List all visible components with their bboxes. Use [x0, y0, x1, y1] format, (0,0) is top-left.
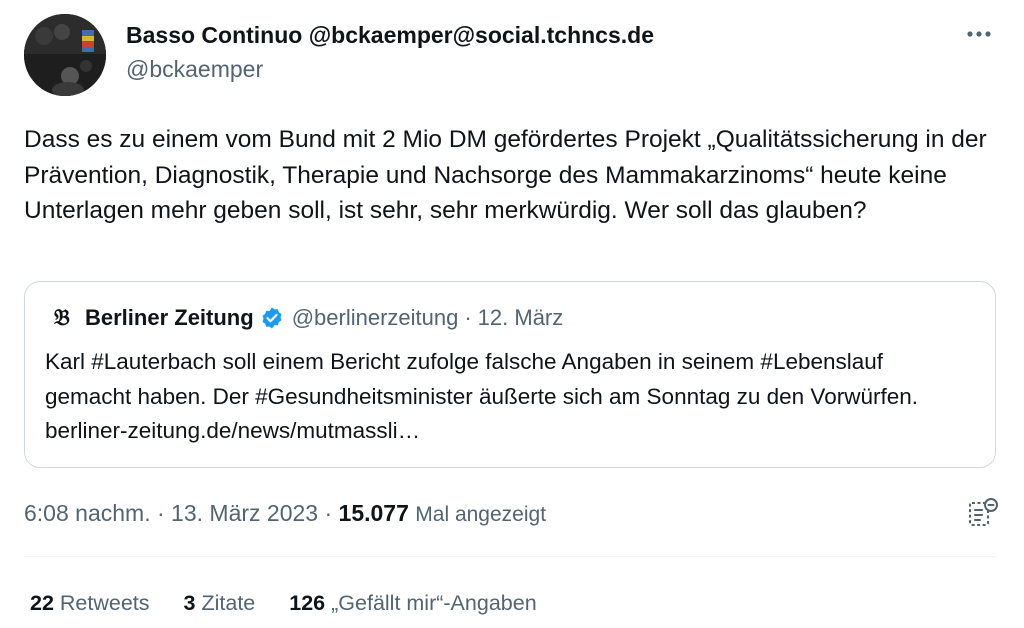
- retweets-count: 22: [30, 591, 54, 615]
- tweet-card: Basso Continuo @bckaemper@social.tchncs.…: [0, 0, 1024, 628]
- tweet-meta: 6:08 nachm. · 13. März 2023 · 15.077 Mal…: [24, 497, 546, 531]
- berliner-zeitung-logo-icon: 𝔅: [54, 305, 70, 331]
- avatar-photo: [24, 14, 106, 96]
- likes-stat[interactable]: 126 „Gefällt mir“-Angaben: [289, 588, 536, 618]
- quoted-author-name[interactable]: Berliner Zeitung: [85, 304, 254, 332]
- quotes-label: Zitate: [201, 591, 256, 615]
- separator-dot: ·: [318, 500, 339, 526]
- quoted-tweet-date[interactable]: 12. März: [478, 304, 564, 332]
- quoted-author-handle[interactable]: @berlinerzeitung: [292, 304, 459, 332]
- tweet-date[interactable]: 13. März 2023: [171, 500, 318, 526]
- author-display-name[interactable]: Basso Continuo @bckaemper@social.tchncs.…: [126, 20, 904, 50]
- separator-dot: ·: [150, 500, 172, 526]
- verified-badge-icon: [260, 306, 284, 330]
- tweet-time[interactable]: 6:08 nachm.: [24, 500, 151, 526]
- likes-count: 126: [289, 591, 326, 615]
- author-block: Basso Continuo @bckaemper@social.tchncs.…: [126, 20, 904, 84]
- more-options-button[interactable]: [962, 22, 996, 46]
- views-count: 15.077: [338, 500, 409, 526]
- analytics-icon: [969, 498, 998, 526]
- likes-label: „Gefällt mir“-Angaben: [331, 591, 537, 615]
- retweets-label: Retweets: [59, 591, 150, 615]
- views-label: Mal angezeigt: [415, 503, 547, 526]
- author-handle[interactable]: @bckaemper: [126, 54, 904, 84]
- tweet-text: Dass es zu einem vom Bund mit 2 Mio DM g…: [24, 126, 987, 224]
- quotes-count: 3: [183, 591, 196, 615]
- avatar[interactable]: [24, 14, 106, 96]
- quotes-stat[interactable]: 3 Zitate: [184, 588, 256, 618]
- ellipsis-icon: [967, 31, 991, 37]
- retweets-stat[interactable]: 22 Retweets: [30, 588, 150, 618]
- divider: [24, 556, 996, 557]
- separator-dot: ·: [464, 305, 472, 330]
- engagement-stats: 22 Retweets 3 Zitate 126 „Gefällt mir“-A…: [30, 588, 571, 618]
- analytics-button[interactable]: [966, 496, 1000, 530]
- quoted-tweet-text: Karl #Lauterbach soll einem Bericht zufo…: [45, 349, 918, 443]
- quoted-tweet[interactable]: 𝔅 Berliner Zeitung @berlinerzeitung · 12…: [24, 281, 996, 468]
- quoted-tweet-header: 𝔅 Berliner Zeitung @berlinerzeitung · 12…: [51, 304, 563, 332]
